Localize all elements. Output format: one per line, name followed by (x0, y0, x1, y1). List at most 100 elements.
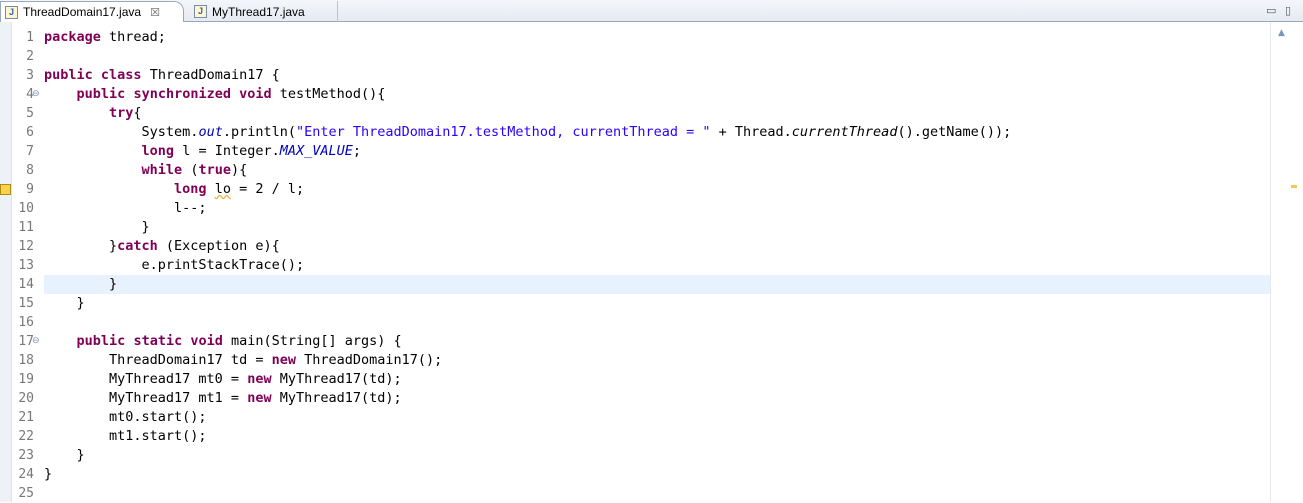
code-token: System. (44, 124, 199, 140)
warning-icon[interactable] (0, 184, 11, 195)
code-line[interactable]: while (true){ (44, 161, 1270, 180)
code-token: while (141, 162, 183, 178)
line-number: 8 (26, 163, 34, 178)
code-line[interactable]: } (44, 446, 1270, 465)
code-token: class (100, 67, 142, 83)
code-token: out (198, 124, 223, 140)
code-line[interactable]: e.printStackTrace(); (44, 256, 1270, 275)
code-token: MyThread17(td); (271, 390, 402, 406)
maximize-icon[interactable]: ▯ (1285, 4, 1291, 17)
code-line[interactable]: mt0.start(); (44, 408, 1270, 427)
code-token: catch (117, 238, 158, 254)
code-line[interactable] (44, 484, 1270, 503)
line-number: 13 (18, 258, 34, 273)
code-line[interactable]: try{ (44, 104, 1270, 123)
code-token: currentThread (791, 124, 898, 140)
code-line[interactable]: }catch (Exception e){ (44, 237, 1270, 256)
code-line[interactable]: } (44, 465, 1270, 484)
close-icon[interactable]: ☒ (150, 6, 160, 19)
code-token: try (109, 105, 134, 121)
code-line[interactable]: public static void main(String[] args) { (44, 332, 1270, 351)
tab-threaddomain17[interactable]: J ThreadDomain17.java ☒ (0, 1, 184, 22)
code-token: lo (214, 181, 231, 197)
line-number: 11 (18, 220, 34, 235)
line-number: 5 (26, 106, 34, 121)
fold-collapse-icon[interactable]: ⊖ (32, 332, 40, 351)
code-token: MyThread17(td); (271, 371, 402, 387)
code-line[interactable]: MyThread17 mt0 = new MyThread17(td); (44, 370, 1270, 389)
code-editor[interactable]: 1 2 3 4 ⊖ 5 6 7 8 9 10 11 12 13 14 15 16 17 ⊖ 18 19 20 21 22 23 2… (0, 22, 1303, 502)
line-number: 2 (26, 49, 34, 64)
code-token: ThreadDomain17(); (295, 352, 443, 368)
code-token: + Thread. (710, 124, 792, 140)
code-token: new (247, 390, 272, 406)
warning-marker[interactable] (1291, 185, 1297, 188)
minimize-icon[interactable]: ▭ (1266, 4, 1276, 17)
java-file-icon: J (194, 5, 207, 18)
line-number: 12 (18, 239, 34, 254)
code-token: testMethod(){ (271, 86, 386, 102)
code-token: public (44, 67, 93, 83)
line-number: 4 (26, 87, 34, 102)
code-token: new (247, 371, 272, 387)
tab-mythread17[interactable]: J MyThread17.java (190, 1, 338, 22)
code-token: ThreadDomain17 { (141, 67, 280, 83)
code-line[interactable]: long l = Integer.MAX_VALUE; (44, 142, 1270, 161)
code-token: .println( (222, 124, 296, 140)
code-token: ; (352, 143, 362, 159)
overview-ruler[interactable]: ▲ (1270, 22, 1303, 502)
code-token: } (44, 238, 118, 254)
code-line[interactable]: } (44, 275, 1270, 294)
code-line[interactable]: ThreadDomain17 td = new ThreadDomain17()… (44, 351, 1270, 370)
line-number: 16 (18, 315, 34, 330)
code-line[interactable]: System.out.println("Enter ThreadDomain17… (44, 123, 1270, 142)
code-line[interactable]: } (44, 218, 1270, 237)
code-token: } (44, 466, 53, 482)
code-token: = 2 / l; (230, 181, 305, 197)
java-file-icon: J (5, 5, 18, 19)
editor-tab-bar: J ThreadDomain17.java ☒ J MyThread17.jav… (0, 0, 1303, 22)
code-token: ){ (230, 162, 248, 178)
line-number: 22 (18, 429, 34, 444)
line-number: 9 (26, 182, 34, 197)
line-number: 7 (26, 144, 34, 159)
fold-collapse-icon[interactable]: ⊖ (32, 85, 40, 104)
code-token: mt0.start(); (44, 409, 207, 425)
code-token: MyThread17 mt1 = (44, 390, 248, 406)
code-line[interactable]: MyThread17 mt1 = new MyThread17(td); (44, 389, 1270, 408)
code-token: void (239, 86, 272, 102)
code-token: MAX_VALUE (279, 143, 353, 159)
code-line[interactable] (44, 313, 1270, 332)
code-token: "Enter ThreadDomain17.testMethod, curren… (295, 124, 711, 140)
code-token: public (76, 333, 126, 349)
code-line[interactable]: package thread; (44, 28, 1270, 47)
code-line[interactable]: long lo = 2 / l; (44, 180, 1270, 199)
code-line[interactable]: public class ThreadDomain17 { (44, 66, 1270, 85)
line-number: 15 (18, 296, 34, 311)
code-line[interactable]: l--; (44, 199, 1270, 218)
code-line[interactable]: public synchronized void testMethod(){ (44, 85, 1270, 104)
overview-up-icon[interactable]: ▲ (1278, 28, 1285, 38)
code-token: (Exception e){ (157, 238, 280, 254)
code-line[interactable]: mt1.start(); (44, 427, 1270, 446)
line-number: 6 (26, 125, 34, 140)
code-line[interactable]: } (44, 294, 1270, 313)
code-token: ( (182, 162, 199, 178)
line-number: 3 (26, 68, 34, 83)
code-line[interactable] (44, 47, 1270, 66)
code-token: package (44, 29, 101, 45)
code-token: l = Integer. (174, 143, 280, 159)
code-token: } (44, 447, 85, 463)
code-token: true (198, 162, 231, 178)
code-token: ThreadDomain17 td = (44, 352, 272, 368)
code-token: mt1.start(); (44, 428, 207, 444)
line-number: 24 (18, 467, 34, 482)
code-token: e.printStackTrace(); (44, 257, 305, 273)
code-token: l--; (44, 200, 207, 216)
